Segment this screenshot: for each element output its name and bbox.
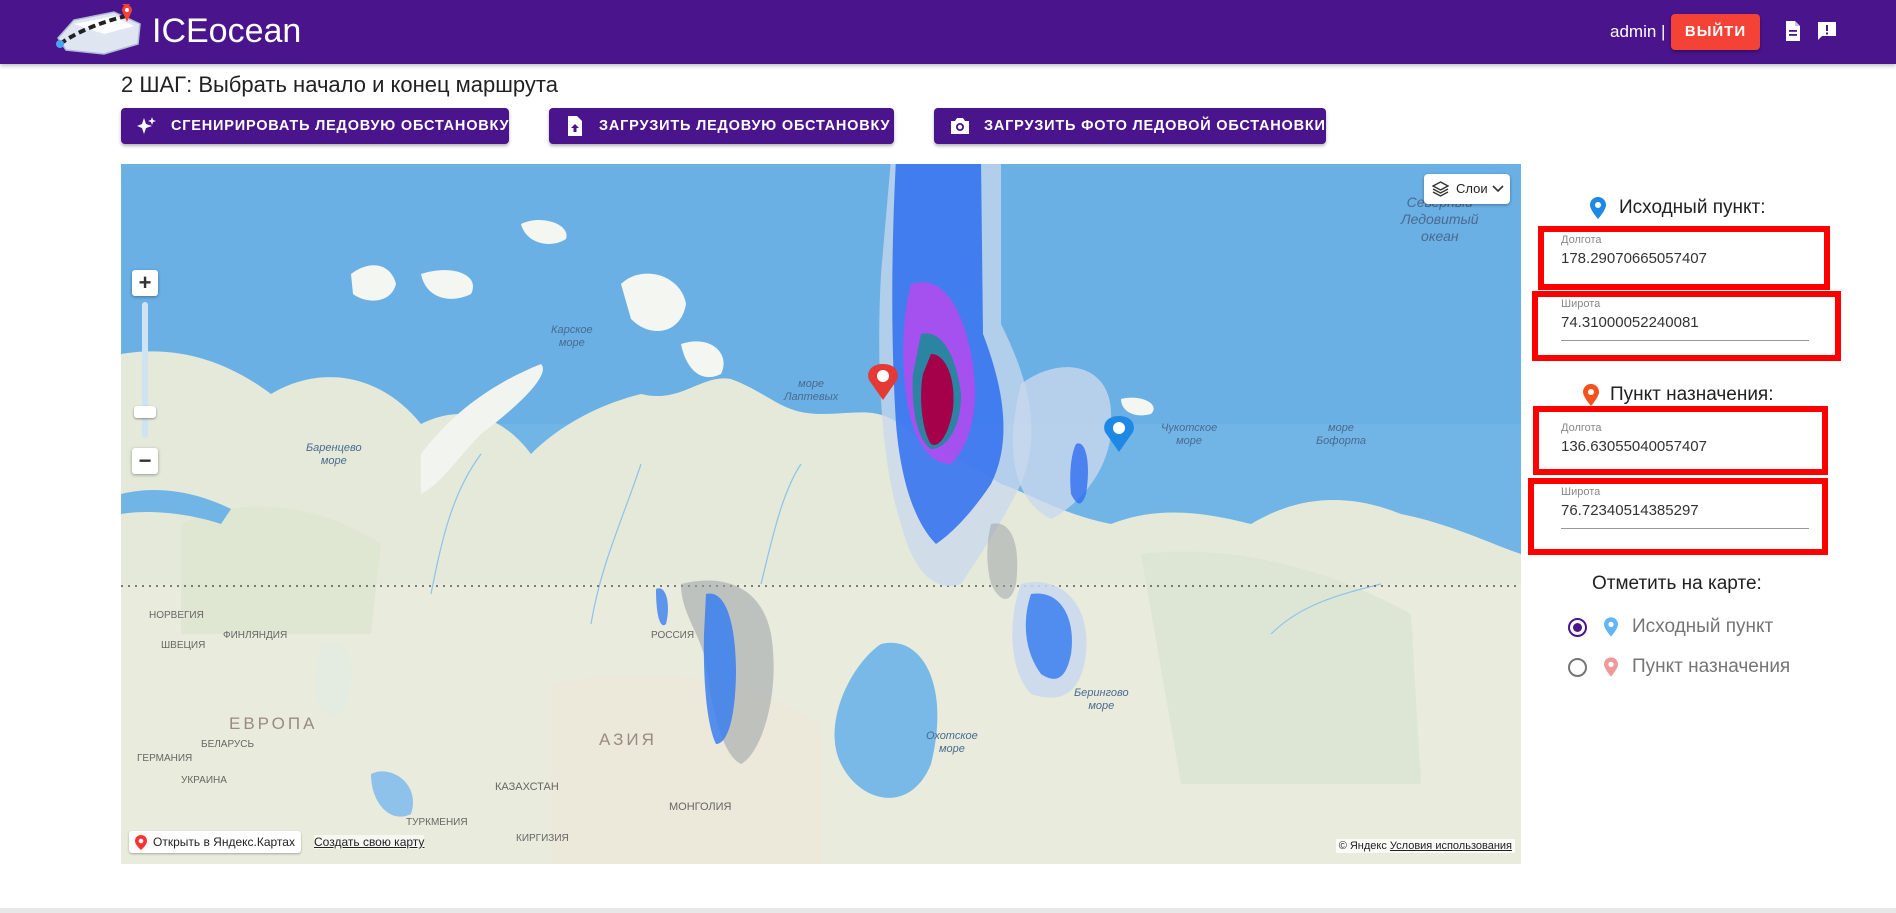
radio-destination[interactable]: Пункт назначения <box>1568 653 1828 681</box>
label-beaufort-sea: море Бофорта <box>1316 422 1366 447</box>
label-europe: ЕВРОПА <box>229 714 318 733</box>
label-ukraine: УКРАИНА <box>181 775 227 786</box>
dest-latitude-field[interactable]: Широта 76.72340514385297 <box>1561 484 1809 534</box>
logout-button[interactable]: ВЫЙТИ <box>1671 14 1760 50</box>
layers-icon <box>1432 181 1449 197</box>
upload-ice-button[interactable]: ЗАГРУЗИТЬ ЛЕДОВУЮ ОБСТАНОВКУ <box>549 108 894 144</box>
label-bering-sea: Берингово море <box>1074 687 1129 712</box>
mark-on-map-title: Отметить на карте: <box>1592 573 1762 594</box>
step-title: 2 ШАГ: Выбрать начало и конец маршрута <box>121 72 558 97</box>
zoom-slider-handle[interactable] <box>134 406 156 418</box>
label-kara-sea: Карское море <box>551 324 593 349</box>
label-sweden: ШВЕЦИЯ <box>161 640 206 651</box>
destination-radio-pin-icon <box>1604 657 1618 677</box>
generate-ice-label: СГЕНИРИРОВАТЬ ЛЕДОВУЮ ОБСТАНОВКУ <box>171 118 510 134</box>
brand-title: ICEocean <box>152 12 302 50</box>
dest-longitude-value[interactable]: 136.63055040057407 <box>1561 438 1707 455</box>
source-pin-icon <box>1590 197 1606 219</box>
upload-ice-label: ЗАГРУЗИТЬ ЛЕДОВУЮ ОБСТАНОВКУ <box>599 118 891 134</box>
label-laptev-sea: море Лаптевых <box>784 378 839 403</box>
label-okhotsk-sea: Охотское море <box>926 730 978 755</box>
dest-longitude-field[interactable]: Долгота 136.63055040057407 <box>1561 420 1809 470</box>
username: admin | <box>1610 22 1666 41</box>
create-map-link[interactable]: Создать свою карту <box>314 835 425 849</box>
dest-latitude-underline <box>1561 528 1809 529</box>
open-yandex-label: Открыть в Яндекс.Картах <box>153 835 295 849</box>
yandex-pin-icon <box>135 835 147 850</box>
layers-label: Слои <box>1456 181 1488 196</box>
copyright-text: © Яндекс <box>1338 840 1387 852</box>
radio-destination-button[interactable] <box>1568 658 1587 677</box>
source-latitude-underline <box>1561 340 1809 341</box>
chevron-down-icon <box>1492 185 1504 193</box>
label-turkmenistan: ТУРКМЕНИЯ <box>406 817 468 828</box>
label-belarus: БЕЛАРУСЬ <box>201 739 255 750</box>
radio-source-label: Исходный пункт <box>1632 616 1774 637</box>
destination-pin-icon <box>1583 384 1599 406</box>
dest-longitude-label: Долгота <box>1561 422 1602 434</box>
label-mongolia: МОНГОЛИЯ <box>669 801 732 813</box>
feedback-icon[interactable] <box>1816 20 1838 42</box>
upload-photo-label: ЗАГРУЗИТЬ ФОТО ЛЕДОВОЙ ОБСТАНОВКИ <box>984 118 1326 134</box>
generate-ice-button[interactable]: СГЕНИРИРОВАТЬ ЛЕДОВУЮ ОБСТАНОВКУ <box>121 108 509 144</box>
dest-latitude-label: Широта <box>1561 486 1601 498</box>
zoom-control[interactable]: + − <box>132 270 158 474</box>
radio-source[interactable]: Исходный пункт <box>1568 613 1808 641</box>
terms-link[interactable]: Условия использования <box>1390 840 1512 852</box>
label-kazakhstan: КАЗАХСТАН <box>495 781 559 793</box>
map-copyright: © Яндекс Условия использования <box>1335 839 1515 853</box>
document-icon[interactable] <box>1782 20 1804 42</box>
open-yandex-button[interactable]: Открыть в Яндекс.Картах <box>129 831 301 853</box>
upload-photo-button[interactable]: ЗАГРУЗИТЬ ФОТО ЛЕДОВОЙ ОБСТАНОВКИ <box>934 108 1326 144</box>
layers-button[interactable]: Слои <box>1424 174 1510 204</box>
label-norway: НОРВЕГИЯ <box>149 610 204 621</box>
source-title: Исходный пункт: <box>1619 197 1766 218</box>
label-germany: ГЕРМАНИЯ <box>137 753 193 764</box>
yandex-map[interactable]: Карское море море Лаптевых Баренцево мор… <box>121 164 1521 864</box>
destination-title: Пункт назначения: <box>1610 384 1774 405</box>
dest-latitude-value[interactable]: 76.72340514385297 <box>1561 502 1699 519</box>
ship-logo-icon[interactable] <box>54 4 144 60</box>
map-canvas[interactable] <box>121 164 1521 864</box>
label-russia: РОССИЯ <box>651 630 695 641</box>
source-latitude-label: Широта <box>1561 298 1601 310</box>
source-latitude-field[interactable]: Широта 74.31000052240081 <box>1561 296 1809 346</box>
source-latitude-value[interactable]: 74.31000052240081 <box>1561 314 1699 331</box>
source-longitude-label: Долгота <box>1561 234 1602 246</box>
source-longitude-value[interactable]: 178.29070665057407 <box>1561 250 1707 267</box>
label-barents-sea: Баренцево море <box>306 442 362 467</box>
radio-source-button[interactable] <box>1568 618 1587 637</box>
source-radio-pin-icon <box>1604 617 1618 637</box>
zoom-in-button[interactable]: + <box>132 270 158 296</box>
label-kyrgyzstan: КИРГИЗИЯ <box>516 833 569 844</box>
app-header: ICEocean admin | ВЫЙТИ <box>0 0 1896 64</box>
radio-destination-label: Пункт назначения <box>1632 656 1791 677</box>
source-longitude-field[interactable]: Долгота 178.29070665057407 <box>1561 232 1809 282</box>
camera-icon <box>951 118 969 134</box>
label-chukchi-sea: Чукотское море <box>1161 422 1218 447</box>
label-finland: ФИНЛЯНДИЯ <box>223 630 288 641</box>
label-asia: АЗИЯ <box>599 730 657 749</box>
sparkle-icon <box>137 117 156 134</box>
zoom-out-button[interactable]: − <box>132 448 158 474</box>
file-upload-icon <box>568 116 582 136</box>
page-footer-divider <box>0 908 1896 913</box>
